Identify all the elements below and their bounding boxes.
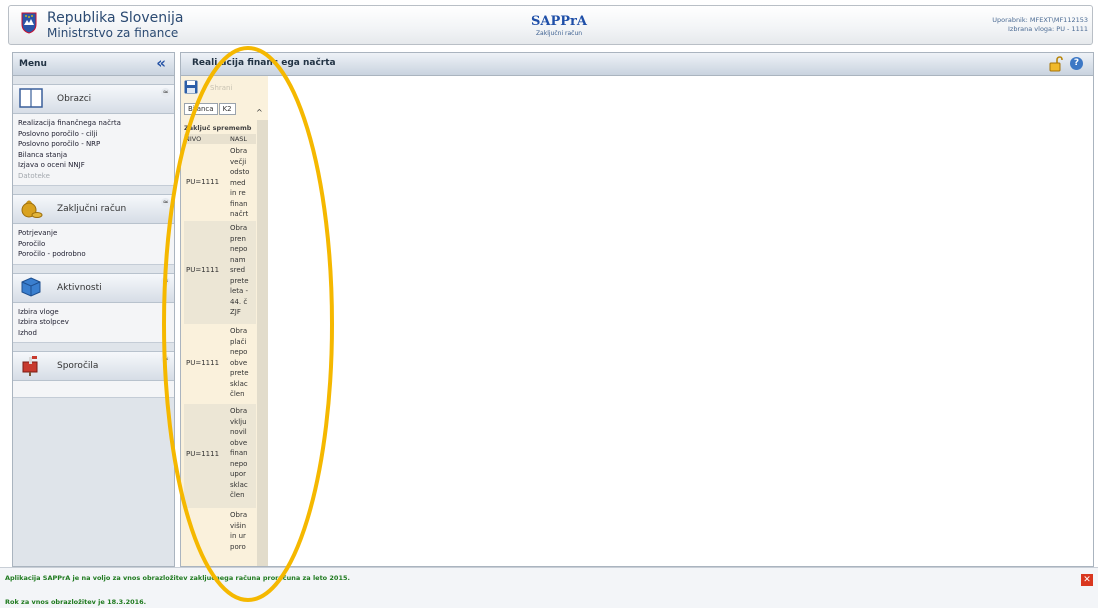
menu-item-izbira-vloge[interactable]: Izbira vloge [18, 307, 169, 318]
section-label: Obrazci [57, 94, 92, 104]
close-icon[interactable]: ✕ [1081, 574, 1093, 586]
panel-header: Reali acija financ ega načrta ? [181, 53, 1093, 76]
slovenia-coat-of-arms-icon [21, 12, 37, 34]
cell-naslov: Obra plači nepo obve prete sklac člen [230, 327, 249, 398]
main-panel: Reali acija financ ega načrta ? Shrani B… [180, 52, 1094, 567]
tab-bar: Bilanca K2 [184, 103, 237, 117]
section-items: Potrjevanje Poročilo Poročilo - podrobno [13, 224, 174, 265]
cell-naslov: Obra večji odsto med in re finan načrt [230, 147, 250, 218]
table-row[interactable]: Obra višin in ur poro [184, 508, 256, 556]
table-row[interactable]: PU=1111 Obra večji odsto med in re finan načrt [184, 144, 256, 221]
page-title: Reali acija financ ega načrta [192, 58, 336, 68]
notification-bar: Aplikacija SAPPrA je na voljo za vnos ob… [0, 567, 1098, 608]
app-title: SAPPrA [531, 14, 587, 29]
tab-k2[interactable]: K2 [218, 103, 236, 115]
cube-icon [21, 276, 41, 297]
section-items: Izbira vloge Izbira stolpcev Izhod [13, 302, 174, 343]
cell-naslov: Obra vklju novil obve finan nepo upor sklac člen [230, 407, 248, 499]
table-row[interactable]: PU=1111 Obra plači nepo obve prete sklac člen [184, 324, 256, 404]
menu-item-bilanca[interactable]: Bilanca stanja [18, 150, 169, 161]
money-bag-icon [21, 200, 43, 218]
table-title: Zaključ sprememb [184, 124, 252, 132]
menu-title: Menu [19, 59, 47, 69]
menu-item-izjava[interactable]: Izjava o oceni NNJF [18, 160, 169, 171]
section-aktivnosti[interactable]: Aktivnosti ≈ [13, 272, 174, 303]
section-zakljucni-racun[interactable]: Zaključni račun ≈ [13, 194, 174, 224]
org-name: Republika Slovenija [47, 10, 184, 26]
save-icon[interactable] [184, 80, 198, 94]
menu-item-datoteke: Datoteke [18, 171, 50, 180]
table-header: NIVO NASL [184, 134, 256, 144]
menu-item-izbira-stolpcev[interactable]: Izbira stolpcev [18, 317, 169, 328]
section-label: Sporočila [57, 361, 99, 371]
form-icon [19, 88, 43, 108]
role-info: Izbrana vloga: PU - 1111 [1008, 25, 1088, 33]
menu-item-porocilo-cilji[interactable]: Poslovno poročilo - cilji [18, 129, 169, 140]
app-subtitle: Zaključni račun [535, 30, 583, 37]
tab-bilanca[interactable]: Bilanca [184, 103, 218, 115]
cell-naslov: Obra višin in ur poro [230, 511, 248, 551]
column-header-nivo[interactable]: NIVO [185, 135, 201, 143]
collapse-section-icon[interactable]: ≈ [161, 198, 170, 207]
app-header: Republika Slovenija Ministrstvo za finan… [8, 5, 1093, 45]
column-header-naslov[interactable]: NASL [230, 135, 247, 143]
menu-item-realizacija[interactable]: Realizacija finančnega načrta [18, 118, 169, 129]
form-column: Shrani Bilanca K2 ^ Zaključ sprememb NIVO… [181, 76, 268, 566]
double-chevron-left-icon[interactable]: « [156, 54, 166, 72]
save-button[interactable]: Shrani [210, 84, 232, 92]
lock-icon[interactable] [1049, 56, 1063, 72]
user-info: Uporabnik: MFEXT\MF112153 [992, 16, 1088, 24]
section-items [13, 381, 174, 398]
cell-naslov: Obra pren nepo nam sred prete leta -44. č ZJF [230, 224, 249, 316]
side-menu: Menu « Obrazci ≈ Realizacija finančnega … [12, 52, 175, 567]
menu-item-potrjevanje[interactable]: Potrjevanje [18, 228, 169, 239]
menu-item-porocilo-podrobno[interactable]: Poročilo - podrobno [18, 249, 169, 260]
collapse-section-icon[interactable]: ≈ [161, 355, 170, 364]
notice-deadline: Rok za vnos obrazložitev je 18.3.2016. [5, 598, 147, 606]
cell-nivo: PU=1111 [186, 450, 220, 458]
collapse-section-icon[interactable]: ≈ [161, 88, 170, 97]
menu-item-porocilo[interactable]: Poročilo [18, 239, 169, 250]
mailbox-icon [22, 356, 38, 376]
cell-nivo: PU=1111 [186, 178, 220, 186]
section-items: Realizacija finančnega načrta Poslovno p… [13, 114, 174, 186]
section-obrazci[interactable]: Obrazci ≈ [13, 84, 174, 114]
section-sporocila[interactable]: Sporočila ≈ [13, 351, 174, 381]
ministry-name: Ministrstvo za finance [47, 26, 179, 40]
section-label: Zaključni račun [57, 204, 127, 214]
notice-availability: Aplikacija SAPPrA je na voljo za vnos ob… [5, 574, 350, 582]
menu-header: Menu « [13, 53, 174, 76]
table-row[interactable]: PU=1111 Obra vklju novil obve finan nepo upor s… [184, 404, 256, 508]
cell-nivo: PU=1111 [186, 266, 220, 274]
vertical-scrollbar[interactable] [257, 120, 268, 566]
toolbar: Shrani [184, 78, 268, 98]
table-body: PU=1111 Obra večji odsto med in re finan načrt… [184, 144, 256, 556]
cell-nivo: PU=1111 [186, 359, 220, 367]
section-label: Aktivnosti [57, 282, 102, 293]
menu-item-porocilo-nrp[interactable]: Poslovno poročilo - NRP [18, 139, 169, 150]
chevron-up-icon[interactable]: ^ [256, 108, 263, 117]
table-row[interactable]: PU=1111 Obra pren nepo nam sred prete leta -44… [184, 221, 256, 324]
menu-item-izhod[interactable]: Izhod [18, 328, 169, 339]
collapse-section-icon[interactable]: ≈ [161, 276, 170, 286]
help-icon[interactable]: ? [1070, 57, 1083, 70]
